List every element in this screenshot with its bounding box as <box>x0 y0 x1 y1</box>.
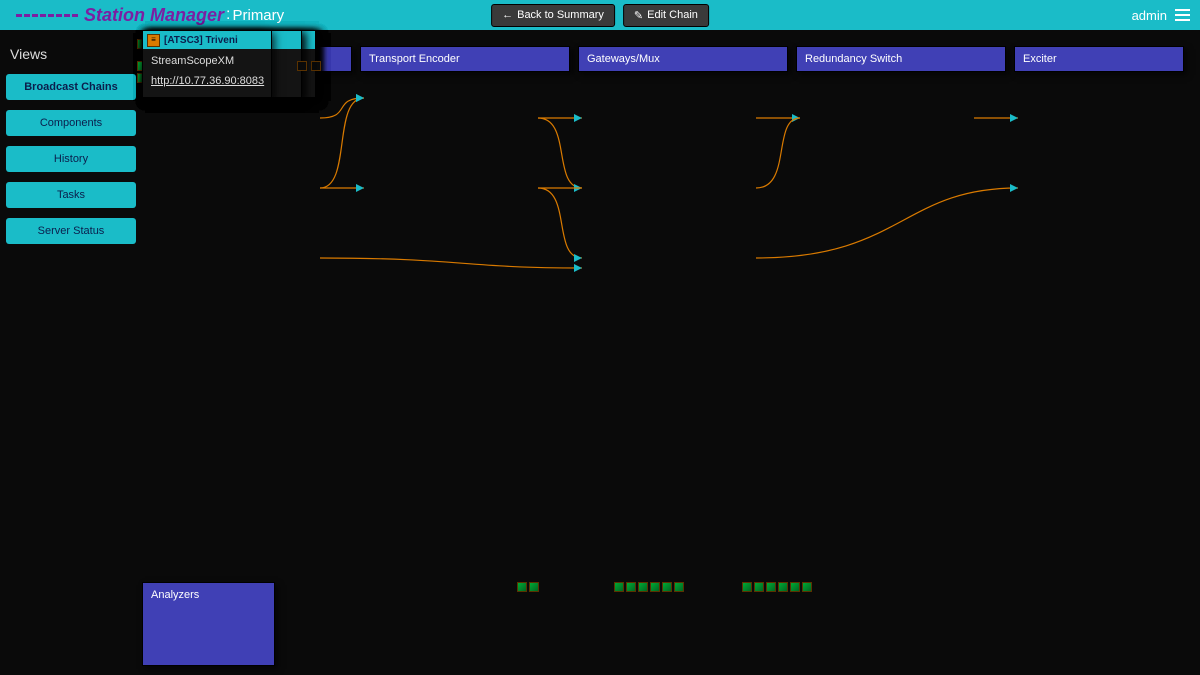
connection-wires <box>142 30 1200 675</box>
sidebar-item-broadcast-chains[interactable]: Broadcast Chains <box>6 74 136 100</box>
brand-subtitle: Primary <box>232 7 284 24</box>
node-title: [ATSC3] Triveni <box>164 35 238 46</box>
topbar: Station Manager : Primary ←Back to Summa… <box>0 0 1200 30</box>
column-header-gateways: Gateways/Mux <box>578 46 788 72</box>
brand-title: Station Manager <box>84 5 224 26</box>
pencil-icon: ✎ <box>634 9 643 22</box>
analyzer-ports <box>742 582 812 592</box>
column-header-exciter: Exciter <box>1014 46 1184 72</box>
node-icon <box>147 34 160 47</box>
edit-chain-button[interactable]: ✎Edit Chain <box>623 4 709 27</box>
arrow-left-icon: ← <box>502 9 513 21</box>
analyzer-ports <box>517 582 539 592</box>
brand-colon: : <box>226 6 230 24</box>
node-desc: StreamScopeXM <box>151 55 263 67</box>
diagram-canvas[interactable]: Encoders/Listing Transport Encoder Gatew… <box>142 30 1200 675</box>
user-label[interactable]: admin <box>1132 8 1167 23</box>
sidebar-item-server-status[interactable]: Server Status <box>6 218 136 244</box>
column-header-transport: Transport Encoder <box>360 46 570 72</box>
views-heading: Views <box>10 46 136 62</box>
menu-icon[interactable] <box>1175 9 1190 21</box>
back-to-summary-button[interactable]: ←Back to Summary <box>491 4 615 27</box>
sidebar-item-tasks[interactable]: Tasks <box>6 182 136 208</box>
port-out[interactable] <box>297 61 307 71</box>
sidebar-item-history[interactable]: History <box>6 146 136 172</box>
sidebar-item-components[interactable]: Components <box>6 110 136 136</box>
analyzers-label-box: Analyzers <box>142 582 275 666</box>
node-url-link[interactable]: http://10.77.36.90:8083 <box>151 75 264 87</box>
analyzer-ports <box>614 582 684 592</box>
column-header-redundancy: Redundancy Switch <box>796 46 1006 72</box>
port-out[interactable] <box>311 61 321 71</box>
sidebar: Views Broadcast Chains Components Histor… <box>0 30 142 675</box>
brand-dashes-icon <box>16 14 78 17</box>
analyzer-triveni-xm[interactable]: [ATSC3] Triveni StreamScopeXM http://10.7… <box>142 30 272 98</box>
